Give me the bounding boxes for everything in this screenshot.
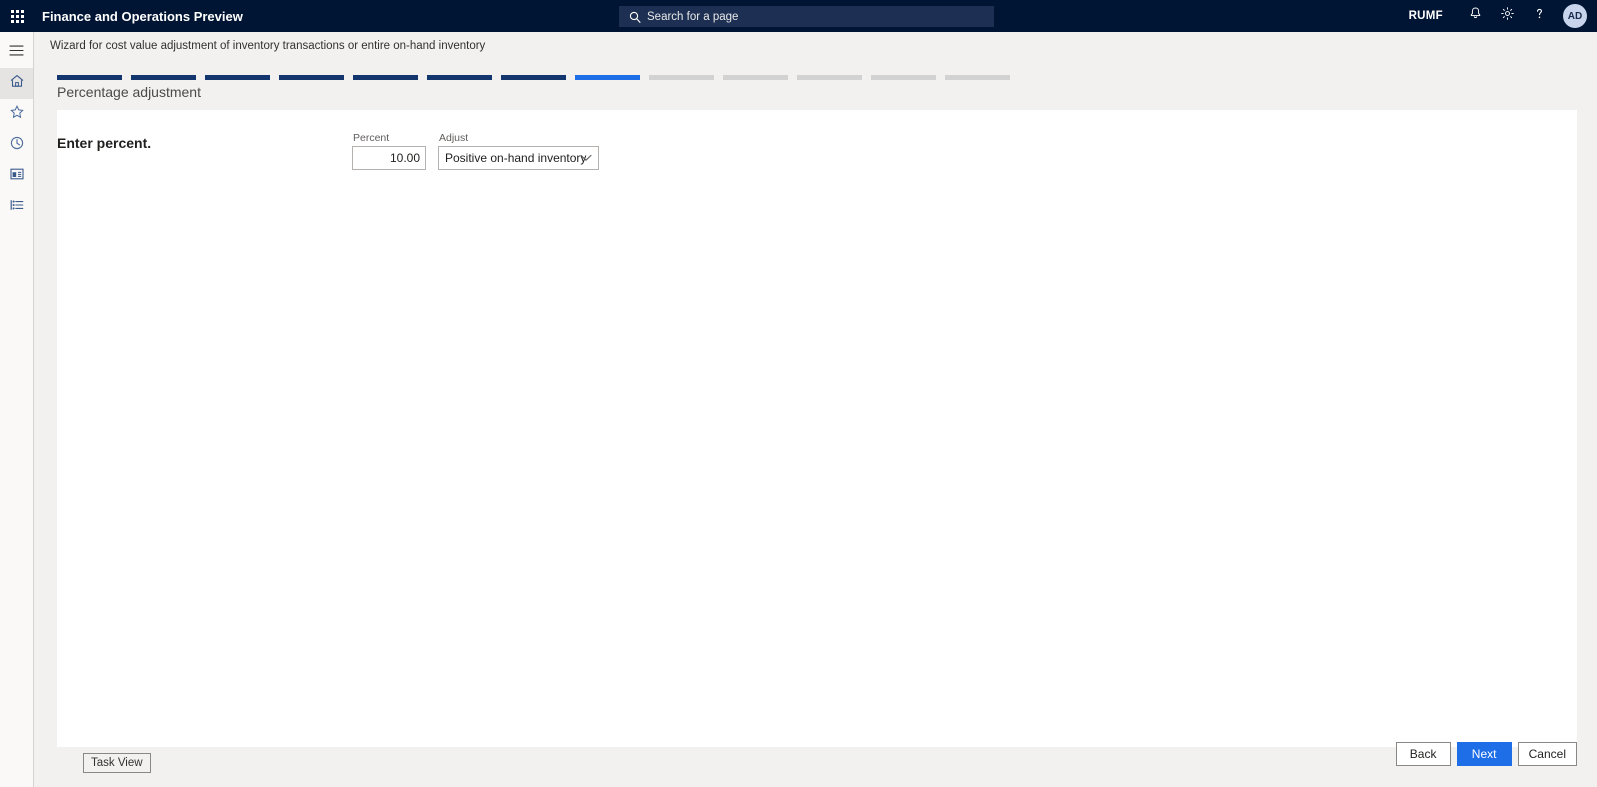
notifications-button[interactable]: [1459, 0, 1491, 32]
search-placeholder-text: Search for a page: [647, 10, 739, 23]
search-icon: [629, 11, 641, 23]
wizard-step-9: [649, 75, 714, 80]
help-button[interactable]: [1523, 0, 1555, 32]
wizard-content-panel: Enter percent. Percent Adjust Positive o…: [57, 110, 1577, 747]
form-fields: Percent Adjust Positive on-hand inventor…: [352, 132, 599, 170]
wizard-step-progress: [57, 75, 1010, 80]
breadcrumb: Wizard for cost value adjustment of inve…: [50, 40, 486, 52]
wizard-step-4: [279, 75, 344, 80]
home-icon: [9, 73, 25, 94]
wizard-step-10: [723, 75, 788, 80]
next-button[interactable]: Next: [1456, 742, 1512, 766]
wizard-step-2: [131, 75, 196, 80]
workspace-icon: [9, 166, 25, 187]
sidebar-item-recent[interactable]: [0, 130, 33, 161]
wizard-step-title: Percentage adjustment: [57, 84, 201, 100]
chevron-down-icon: [580, 154, 592, 162]
adjust-field-label: Adjust: [439, 132, 469, 144]
notifications-bell-icon: [1468, 6, 1483, 26]
sidebar-item-workspaces[interactable]: [0, 161, 33, 192]
adjust-dropdown[interactable]: Positive on-hand inventory: [438, 146, 599, 170]
percent-input[interactable]: [352, 146, 426, 170]
hamburger-icon: [9, 44, 24, 62]
wizard-step-7: [501, 75, 566, 80]
settings-gear-icon: [1500, 6, 1515, 26]
percent-field-label: Percent: [353, 132, 390, 144]
wizard-step-11: [797, 75, 862, 80]
help-question-icon: [1532, 6, 1547, 26]
sidebar-item-hamburger-menu[interactable]: [0, 37, 33, 68]
star-icon: [9, 104, 25, 125]
company-label: RUMF: [1408, 10, 1443, 22]
wizard-step-12: [871, 75, 936, 80]
page-body: Wizard for cost value adjustment of inve…: [34, 32, 1597, 787]
wizard-step-6: [427, 75, 492, 80]
task-view-button[interactable]: Task View: [83, 753, 151, 773]
wizard-step-3: [205, 75, 270, 80]
navigation-rail: [0, 32, 34, 787]
app-title: Finance and Operations Preview: [42, 8, 243, 24]
wizard-step-5: [353, 75, 418, 80]
modules-list-icon: [9, 197, 25, 218]
adjust-field-group: Adjust Positive on-hand inventory: [438, 132, 599, 170]
cancel-button[interactable]: Cancel: [1517, 742, 1577, 766]
wizard-step-1: [57, 75, 122, 80]
app-header: Finance and Operations Preview Search fo…: [0, 0, 1597, 32]
percent-field-group: Percent: [352, 132, 426, 170]
settings-button[interactable]: [1491, 0, 1523, 32]
app-launcher-button[interactable]: [0, 0, 34, 32]
sidebar-item-favorites[interactable]: [0, 99, 33, 130]
clock-icon: [9, 135, 25, 156]
back-button[interactable]: Back: [1395, 742, 1451, 766]
sidebar-item-modules[interactable]: [0, 192, 33, 223]
wizard-step-13: [945, 75, 1010, 80]
wizard-step-8: [575, 75, 640, 80]
app-launcher-icon: [10, 9, 24, 23]
wizard-footer-actions: Back Next Cancel: [1395, 742, 1577, 766]
sidebar-item-home[interactable]: [0, 68, 33, 99]
section-heading: Enter percent.: [57, 135, 152, 151]
adjust-dropdown-value: Positive on-hand inventory: [445, 151, 587, 165]
global-search-box[interactable]: Search for a page: [619, 6, 994, 27]
header-actions: RUMF AD: [1409, 0, 1589, 32]
user-avatar[interactable]: AD: [1563, 4, 1587, 28]
